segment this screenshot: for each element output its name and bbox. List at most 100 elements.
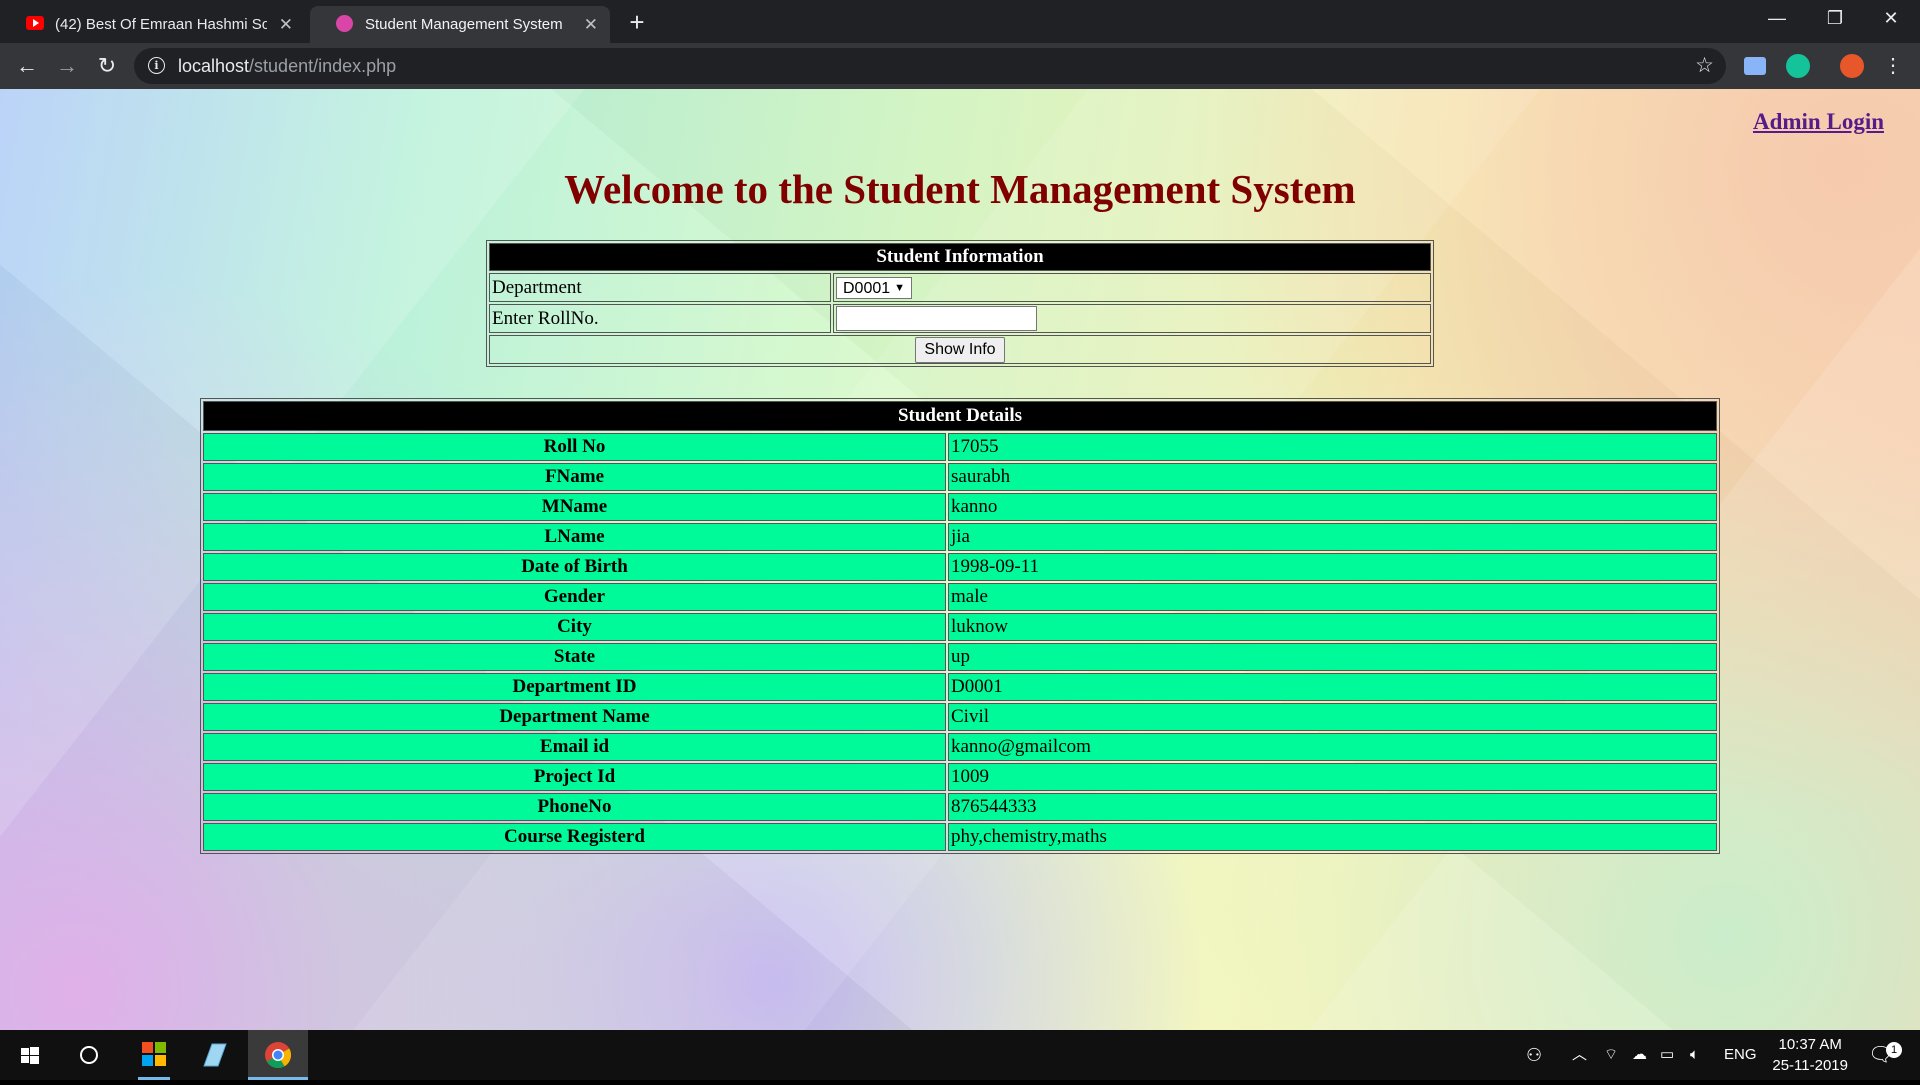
cortana-button[interactable] [60, 1030, 120, 1080]
clock-date: 25-11-2019 [1772, 1057, 1848, 1074]
table-row: Date of Birth 1998-09-11 [203, 553, 1717, 581]
field-value: kanno [948, 493, 1717, 521]
student-details-table: Student Details Roll No 17055 FName saurabh… [200, 398, 1720, 854]
taskbar-app-store[interactable] [124, 1030, 184, 1080]
field-label: Department Name [203, 703, 946, 731]
field-label: Gender [203, 583, 946, 611]
language-indicator[interactable]: ENG [1724, 1030, 1757, 1080]
field-label: Email id [203, 733, 946, 761]
table-row: Email id kanno@gmailcom [203, 733, 1717, 761]
cloud-icon[interactable]: ☁ [1632, 1030, 1647, 1080]
start-button[interactable] [0, 1030, 60, 1080]
tab-title: (42) Best Of Emraan Hashmi Songs [55, 16, 267, 33]
field-value: D0001 [948, 673, 1717, 701]
new-tab-button[interactable]: + [620, 6, 654, 40]
field-value: jia [948, 523, 1717, 551]
forward-button[interactable]: → [50, 49, 84, 83]
search-circle-icon [80, 1046, 98, 1064]
table-row: Department ID D0001 [203, 673, 1717, 701]
details-header: Student Details [203, 401, 1717, 431]
field-value: 1998-09-11 [948, 553, 1717, 581]
taskbar-app-notes[interactable] [184, 1030, 244, 1080]
field-value: luknow [948, 613, 1717, 641]
field-value: male [948, 583, 1717, 611]
field-label: Roll No [203, 433, 946, 461]
department-select[interactable]: D0001 ▼ [836, 276, 912, 299]
rollno-label: Enter RollNo. [489, 304, 831, 333]
bookmark-star-icon[interactable]: ☆ [1695, 48, 1714, 84]
menu-icon[interactable]: ⋮ [1876, 49, 1910, 83]
windows-icon [21, 1047, 39, 1064]
table-row: Department Name Civil [203, 703, 1717, 731]
field-value: 1009 [948, 763, 1717, 791]
browser-toolbar: ← → ↻ i localhost/student/index.php ☆ ⋮ [0, 43, 1920, 89]
field-value: 876544333 [948, 793, 1717, 821]
tab-title: Student Management System [365, 16, 563, 33]
people-icon[interactable]: ⚇ [1526, 1030, 1542, 1080]
details-body: Roll No 17055 FName saurabh MName kanno LName j… [203, 433, 1717, 851]
rollno-cell [833, 304, 1431, 333]
notification-badge: 1 [1886, 1042, 1902, 1058]
back-button[interactable]: ← [10, 49, 44, 83]
minimize-button[interactable]: — [1748, 0, 1806, 38]
chevron-up-icon[interactable]: ︿ [1572, 1030, 1587, 1080]
restore-button[interactable]: ❐ [1806, 0, 1864, 38]
tab-youtube[interactable]: (42) Best Of Emraan Hashmi Songs ✕ [0, 6, 305, 43]
table-row: Project Id 1009 [203, 763, 1717, 791]
student-info-form: Student Information Department D0001 ▼ En… [486, 240, 1434, 367]
taskbar-app-chrome[interactable] [248, 1030, 308, 1080]
field-value: phy,chemistry,maths [948, 823, 1717, 851]
close-window-button[interactable]: ✕ [1862, 0, 1920, 38]
field-value: Civil [948, 703, 1717, 731]
table-row: LName jia [203, 523, 1717, 551]
table-row: Course Registerd phy,chemistry,maths [203, 823, 1717, 851]
table-row: City luknow [203, 613, 1717, 641]
form-header: Student Information [489, 243, 1431, 271]
page-title: Welcome to the Student Management System [564, 166, 1356, 212]
field-value: 17055 [948, 433, 1717, 461]
field-label: MName [203, 493, 946, 521]
field-label: Department ID [203, 673, 946, 701]
field-label: City [203, 613, 946, 641]
table-row: PhoneNo 876544333 [203, 793, 1717, 821]
url-host: localhost [178, 56, 250, 76]
chevron-down-icon: ▼ [894, 281, 905, 294]
tab-student-management[interactable]: Student Management System ✕ [310, 6, 610, 43]
table-row: State up [203, 643, 1717, 671]
field-label: Project Id [203, 763, 946, 791]
chrome-icon [248, 1042, 308, 1080]
show-info-button[interactable]: Show Info [915, 336, 1005, 363]
reload-button[interactable]: ↻ [90, 49, 124, 83]
extension-icon[interactable] [1744, 57, 1766, 75]
table-row: Roll No 17055 [203, 433, 1717, 461]
volume-icon[interactable]: 🔈︎ [1690, 1030, 1699, 1080]
wifi-icon[interactable]: ⌔ [1604, 1030, 1618, 1080]
info-icon[interactable]: i [148, 57, 165, 74]
table-row: MName kanno [203, 493, 1717, 521]
close-icon[interactable]: ✕ [584, 6, 598, 43]
battery-icon[interactable]: ▭ [1660, 1030, 1674, 1080]
department-select-value: D0001 [843, 279, 891, 297]
field-label: PhoneNo [203, 793, 946, 821]
department-cell: D0001 ▼ [833, 273, 1431, 302]
field-value: up [948, 643, 1717, 671]
field-label: State [203, 643, 946, 671]
field-value: saurabh [948, 463, 1717, 491]
url-text[interactable]: localhost/student/index.php [178, 48, 396, 84]
clock[interactable]: 10:37 AM 25-11-2019 [1772, 1034, 1848, 1076]
field-label: LName [203, 523, 946, 551]
field-value: kanno@gmailcom [948, 733, 1717, 761]
page-viewport: Admin Login Welcome to the Student Manag… [0, 89, 1920, 1030]
admin-login-link[interactable]: Admin Login [1753, 109, 1884, 135]
button-cell: Show Info [489, 335, 1431, 364]
address-bar[interactable]: i localhost/student/index.php ☆ [134, 48, 1726, 84]
browser-tab-bar: (42) Best Of Emraan Hashmi Songs ✕ Stude… [0, 0, 1920, 43]
grammarly-icon[interactable] [1786, 54, 1810, 78]
clock-time: 10:37 AM [1778, 1036, 1842, 1053]
youtube-icon [26, 16, 44, 30]
field-label: Date of Birth [203, 553, 946, 581]
profile-avatar[interactable] [1840, 54, 1864, 78]
rollno-input[interactable] [836, 306, 1037, 331]
notes-icon [203, 1043, 227, 1067]
close-icon[interactable]: ✕ [279, 6, 293, 43]
